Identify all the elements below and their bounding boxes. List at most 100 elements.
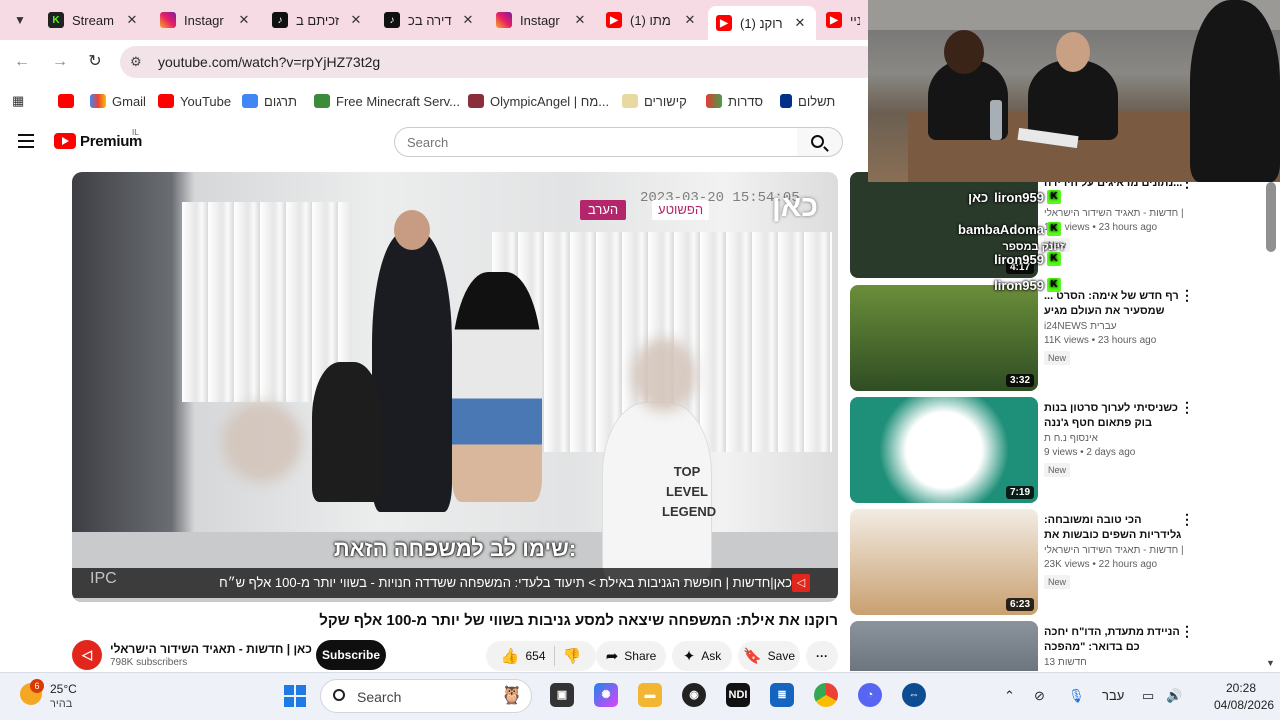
- tab-tiktok[interactable]: ♪ זכיתם ב ✕: [264, 6, 372, 34]
- bookmark-gmail[interactable]: Gmail: [90, 92, 146, 110]
- site-info-icon[interactable]: ⚙: [130, 54, 142, 70]
- more-vertical-icon[interactable]: ⋮: [1180, 399, 1194, 416]
- recommendation-title[interactable]: הכי טובה ומשובחה: גלידריות השפים כובשות …: [1044, 513, 1184, 543]
- forward-arrow-icon[interactable]: →: [50, 52, 70, 72]
- thumbs-down-icon[interactable]: 👎: [563, 647, 582, 665]
- search-box[interactable]: [394, 127, 798, 157]
- discord-icon[interactable]: ◔: [858, 683, 882, 707]
- menu-icon[interactable]: [18, 134, 34, 148]
- ticker-text: כאן|חדשות | חופשת הגניבות באילת > תיעוד …: [219, 575, 792, 590]
- gmail-icon: [90, 94, 106, 108]
- recommendation-title[interactable]: כשניסיתי לערוך סרטון בנות בוק פתאום חטף …: [1044, 401, 1184, 431]
- network-off-icon[interactable]: ⊘: [1034, 688, 1045, 704]
- more-vertical-icon[interactable]: ⋮: [1180, 287, 1194, 304]
- video-thumbnail[interactable]: 6:23: [850, 509, 1038, 615]
- search-button[interactable]: [797, 127, 843, 157]
- tab-youtube[interactable]: ▶ (1) מתו ✕: [598, 6, 706, 34]
- video-thumbnail[interactable]: 7:19: [850, 397, 1038, 503]
- windows-start-icon[interactable]: [284, 685, 306, 707]
- apps-grid-icon[interactable]: ▦: [12, 92, 24, 110]
- video-thumbnail[interactable]: 3:32: [850, 285, 1038, 391]
- close-icon[interactable]: ✕: [348, 12, 364, 28]
- reload-icon[interactable]: ↻: [85, 52, 105, 72]
- youtube-logo-icon[interactable]: [54, 133, 76, 149]
- task-view-icon[interactable]: ▣: [550, 683, 574, 707]
- channel-avatar[interactable]: ◁: [72, 640, 102, 670]
- recommendation-channel[interactable]: i24NEWS עברית: [1044, 321, 1184, 332]
- bookmark-youtube[interactable]: YouTube: [158, 92, 231, 110]
- clock-time[interactable]: 20:28: [1226, 681, 1256, 695]
- clock-date[interactable]: 04/08/2026: [1214, 698, 1274, 712]
- teamviewer-icon[interactable]: ⇔: [902, 683, 926, 707]
- file-explorer-icon[interactable]: ▬: [638, 683, 662, 707]
- taskbar-search[interactable]: Search 🦉: [320, 679, 532, 713]
- folder-icon: [706, 94, 722, 108]
- close-icon[interactable]: ✕: [460, 12, 476, 28]
- volume-icon[interactable]: 🔊: [1166, 688, 1182, 704]
- bookmark-olympicangel[interactable]: OlympicAngel | מח...: [468, 92, 609, 110]
- tray-chevron-up-icon[interactable]: ⌃: [1004, 688, 1015, 704]
- video-thumbnail[interactable]: [850, 621, 1038, 671]
- more-vertical-icon[interactable]: ⋮: [1180, 623, 1194, 640]
- obs-icon[interactable]: ◉: [682, 683, 706, 707]
- more-vertical-icon[interactable]: ⋮: [1180, 511, 1194, 528]
- close-icon[interactable]: ✕: [236, 12, 252, 28]
- copilot-icon[interactable]: ✺: [594, 683, 618, 707]
- ndi-icon[interactable]: NDI: [726, 683, 750, 707]
- weather-temperature[interactable]: 25°C: [50, 682, 77, 696]
- bookmark-minecraft[interactable]: Free Minecraft Serv...: [314, 92, 460, 110]
- more-actions-button[interactable]: ···: [806, 641, 838, 671]
- tab-search-chevron-icon[interactable]: ▼: [8, 8, 32, 32]
- save-button[interactable]: 🔖 Save: [738, 641, 800, 671]
- microphone-icon[interactable]: 🎙: [1068, 688, 1085, 704]
- chrome-icon[interactable]: [814, 683, 838, 707]
- recommendation-item[interactable]: הניידת מתעדת, הדו"ח יחכה כם בדואר: "מהפכ…: [850, 621, 1270, 671]
- tab-youtube-3[interactable]: ▶ ניי: [818, 6, 868, 34]
- recommendation-channel[interactable]: אינסוף נ.ח ת: [1044, 433, 1184, 444]
- recommendation-title[interactable]: הניידת מתעדת, הדו"ח יחכה כם בדואר: "מהפכ…: [1044, 625, 1184, 655]
- scroll-down-arrow-icon[interactable]: ▼: [1266, 658, 1275, 668]
- scrollbar-thumb[interactable]: [1266, 182, 1276, 252]
- recommendation-channel[interactable]: חדשות 13: [1044, 657, 1184, 668]
- thumbs-up-icon[interactable]: 👍: [501, 647, 520, 665]
- tab-label: זכיתם ב: [296, 12, 340, 28]
- weather-condition[interactable]: בהיר: [50, 698, 72, 710]
- ask-button[interactable]: ✦ Ask: [672, 641, 732, 671]
- tab-kick-stream[interactable]: K Stream ✕: [40, 6, 148, 34]
- blurred-face: [222, 402, 302, 482]
- input-language[interactable]: עבר: [1102, 688, 1124, 703]
- share-button[interactable]: ➦ Share: [596, 641, 666, 671]
- channel-name[interactable]: כאן | חדשות - תאגיד השידור הישראלי: [110, 642, 312, 656]
- bookmark-series[interactable]: סדרות: [706, 92, 763, 110]
- tab-youtube-active[interactable]: ▶ (1) רוקנ ✕: [708, 6, 816, 40]
- recommendation-channel[interactable]: כאן | חדשות - תאגיד השידור הישראלי: [1044, 545, 1184, 556]
- like-count[interactable]: 654: [525, 649, 545, 663]
- back-arrow-icon[interactable]: ←: [12, 52, 32, 72]
- close-icon[interactable]: ✕: [124, 12, 140, 28]
- bookmark-links-folder[interactable]: קישורים: [622, 92, 687, 110]
- windows-taskbar: 6 25°C בהיר Search 🦉 ▣ ✺ ▬ ◉ NDI ≣ ◔ ⇔ ⌃…: [0, 672, 1280, 720]
- close-icon[interactable]: ✕: [572, 12, 588, 28]
- bookmark-youtube-icon-only[interactable]: [58, 92, 80, 110]
- recommendation-item[interactable]: 7:19 כשניסיתי לערוך סרטון בנות בוק פתאום…: [850, 397, 1270, 503]
- recommendation-channel[interactable]: כאן | חדשות - תאגיד השידור הישראלי: [1044, 208, 1184, 219]
- notepad-icon[interactable]: ≣: [770, 683, 794, 707]
- recommendation-item[interactable]: 6:23 הכי טובה ומשובחה: גלידריות השפים כו…: [850, 509, 1270, 615]
- tab-instagram-2[interactable]: Instagr ✕: [488, 6, 596, 34]
- recommendation-item[interactable]: 3:32 רף חדש של אימה: הסרט ... שמסעיר את …: [850, 285, 1270, 391]
- subscribe-button[interactable]: Subscribe: [316, 640, 386, 670]
- tab-tiktok-2[interactable]: ♪ דירה בכ ✕: [376, 6, 484, 34]
- close-icon[interactable]: ✕: [792, 15, 808, 31]
- recommendation-title[interactable]: רף חדש של אימה: הסרט ... שמסעיר את העולם…: [1044, 289, 1184, 319]
- display-icon[interactable]: ▭: [1142, 688, 1154, 704]
- video-player[interactable]: TOP LEVEL LEGEND 2023-03-20 15:54:05 הער…: [72, 172, 838, 602]
- tab-instagram[interactable]: Instagr ✕: [152, 6, 260, 34]
- search-input[interactable]: [407, 128, 787, 156]
- bookmark-label: תשלום: [798, 93, 836, 109]
- address-bar[interactable]: ⚙ youtube.com/watch?v=rpYjHZ73t2g: [120, 46, 880, 78]
- youtube-icon: ▶: [606, 12, 622, 28]
- bookmark-translate[interactable]: תרגום: [242, 92, 297, 110]
- bookmark-payment[interactable]: תשלום: [780, 92, 835, 110]
- recommendation-meta: 23K views • 22 hours ago: [1044, 559, 1158, 570]
- close-icon[interactable]: ✕: [682, 12, 698, 28]
